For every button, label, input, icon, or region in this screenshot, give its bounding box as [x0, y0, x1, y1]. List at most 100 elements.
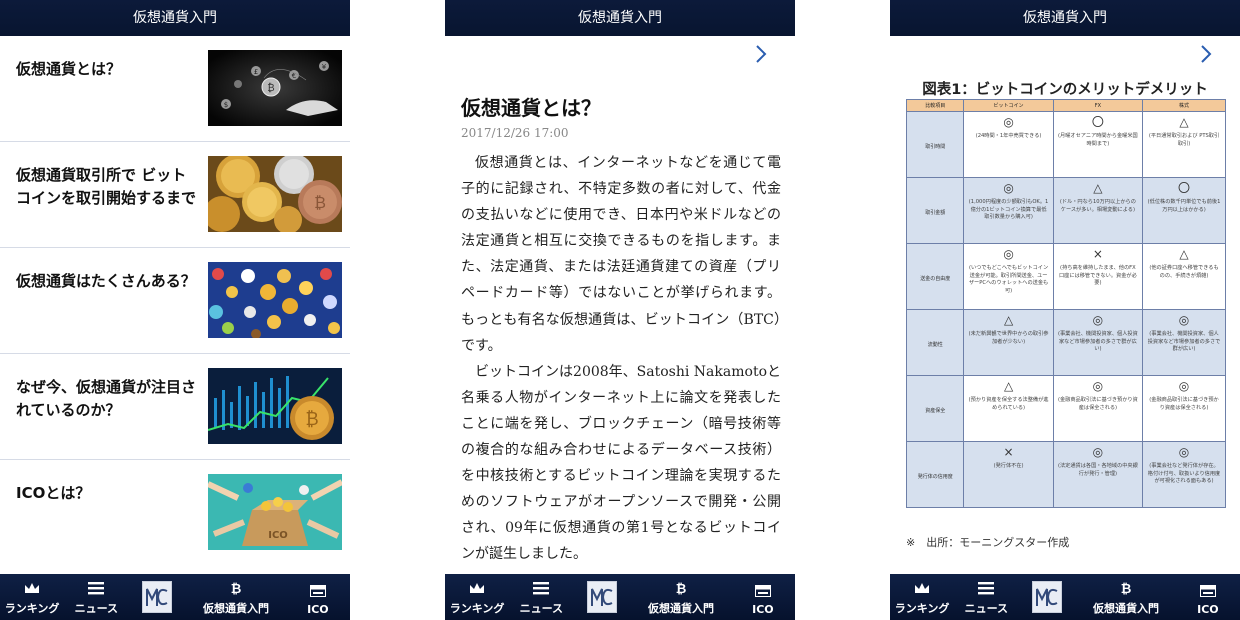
tab-news[interactable]: ニュース	[509, 574, 573, 620]
comparison-table: 比較項目 ビットコイン FX 株式 取引時間 ◎ (24時間・1年中売買できる) …	[905, 99, 1226, 508]
table-row: 取引時間 ◎ (24時間・1年中売買できる) 〇 (月曜オセアニア時間から金曜米国時…	[905, 111, 1226, 178]
article-title: 仮想通貨とは？	[461, 96, 601, 120]
tab-label: 仮想通貨入門	[203, 602, 269, 615]
list-item[interactable]: 仮想通貨とは？ ₿ £ € ¥ $	[0, 36, 350, 142]
screen-article: 仮想通貨入門 仮想通貨とは？ 2017/12/26 17:00 仮想通貨とは、イ…	[445, 0, 795, 620]
list-item[interactable]: 仮想通貨取引所で ビットコインを取引開始するまで ₿	[0, 142, 350, 248]
rating-mark: 〇	[1091, 115, 1104, 129]
rating-mark: ×	[1092, 247, 1103, 261]
cell-note: (持ち高を維持したまま、他のFX口座には移管できない。資金が必要)	[1058, 265, 1137, 286]
cell-note: (他の証券口座へ移管できるものの、手続きが煩雑)	[1149, 265, 1219, 279]
rating-mark: ◎	[1003, 247, 1014, 261]
rating-mark: 〇	[1178, 181, 1191, 195]
rating-mark: ◎	[1178, 379, 1190, 393]
table-row: 資産保全 △ (預かり資産を保全する法整備が進められている) ◎ (金融商品取引法に…	[905, 375, 1226, 442]
tab-label: ICO	[307, 603, 329, 616]
tab-home-logo[interactable]	[128, 574, 186, 620]
list-item-title: ICOとは？	[16, 484, 91, 502]
tab-label: 仮想通貨入門	[1093, 602, 1159, 615]
rating-mark: ◎	[1003, 181, 1014, 195]
svg-text:₿: ₿	[1121, 582, 1132, 595]
svg-text:ICO: ICO	[268, 530, 288, 541]
row-label: 発行体の信用度	[905, 441, 965, 508]
crown-icon	[469, 578, 485, 598]
table-header-row: 比較項目 ビットコイン FX 株式	[905, 99, 1226, 112]
tab-ico[interactable]: ICO	[731, 574, 795, 620]
ico-icon	[754, 581, 771, 601]
cell-note: (金融商品取引法に基づき預かり資産は保全される)	[1149, 397, 1219, 411]
rating-mark: △	[1179, 115, 1189, 129]
table-row: 取引金額 ◎ (1,000円程度の少額取引もOK。1億分の1ビットコイン換算で最低…	[905, 177, 1226, 244]
tab-label: ニュース	[74, 602, 119, 615]
article-date: 2017/12/26 17:00	[461, 126, 569, 140]
tab-label: ICO	[1197, 603, 1219, 616]
tab-ranking[interactable]: ランキング	[445, 574, 509, 620]
table-cell: ◎ (金融商品取引法に基づき預かり資産は保全される)	[1052, 375, 1144, 442]
article-paragraph: 仮想通貨とは、インターネットなどを通じて電子的に記録され、不特定多数の者に対して…	[461, 155, 781, 354]
rating-mark: ◎	[1178, 313, 1190, 327]
table-cell: △ (他の証券口座へ移管できるものの、手続きが煩雑)	[1142, 243, 1226, 310]
row-label: 流動性	[905, 309, 965, 376]
ico-icon	[309, 581, 326, 601]
next-arrow-icon[interactable]	[751, 42, 771, 66]
tab-crypto-intro[interactable]: ₿ 仮想通貨入門	[186, 574, 286, 620]
svg-text:₿: ₿	[267, 82, 274, 94]
news-list-icon	[978, 578, 995, 598]
tab-label: ニュース	[519, 602, 564, 615]
source-note: ※ 出所：モーニングスター作成	[906, 536, 1070, 549]
column-header: 株式	[1142, 99, 1226, 112]
cell-note: (事業会社など発行体が存在。格付け付与、取扱いより信用度が可視化される面もある)	[1147, 463, 1221, 484]
header-bar: 仮想通貨入門	[0, 0, 350, 36]
list-item[interactable]: 仮想通貨はたくさんある？	[0, 248, 350, 354]
column-header: ビットコイン	[963, 99, 1054, 112]
cell-note: (ドル・円なら10万円以上からのケースが多い。相場変動による)	[1059, 199, 1136, 213]
tab-label: 仮想通貨入門	[648, 602, 714, 615]
table-row: 送金の自由度 ◎ (いつでもどこへでもビットコイン送金が可能。取引所間送金、ユーザ…	[905, 243, 1226, 310]
table-cell: ◎ (事業会社、機関投資家、個人投資家など市場参加者の多さで群が広い)	[1142, 309, 1226, 376]
screen-article-list: 仮想通貨入門 仮想通貨とは？ ₿ £ € ¥ $ 仮想通貨取引所で ビットコイン…	[0, 0, 350, 620]
bottom-tab-bar: ランキング ニュース ₿ 仮想通貨入門 ICO	[0, 574, 350, 620]
svg-text:₿: ₿	[231, 582, 242, 595]
coins-hand-image: ₿ £ € ¥ $	[208, 50, 342, 126]
rating-mark: △	[1093, 181, 1103, 195]
tab-crypto-intro[interactable]: ₿ 仮想通貨入門	[1076, 574, 1176, 620]
tab-label: ランキング	[4, 602, 60, 615]
tab-news[interactable]: ニュース	[64, 574, 128, 620]
news-list-icon	[533, 578, 550, 598]
tab-news[interactable]: ニュース	[954, 574, 1018, 620]
table-cell: ◎ (事業会社、機関投資家、個人投資家など市場参加者の多さで群が広い)	[1052, 309, 1144, 376]
column-header: FX	[1052, 99, 1144, 112]
cell-note: (月曜オセアニア時間から金曜米国時間まで)	[1058, 133, 1138, 147]
bitcoin-icon: ₿	[1120, 578, 1132, 598]
svg-text:£: £	[254, 68, 258, 76]
rating-mark: △	[1003, 379, 1014, 393]
list-item[interactable]: なぜ今、仮想通貨が注目されているのか？ ₿	[0, 354, 350, 460]
tab-crypto-intro[interactable]: ₿ 仮想通貨入門	[631, 574, 731, 620]
table-cell: △ (預かり資産を保全する法整備が進められている)	[963, 375, 1054, 442]
cell-note: (法定通貨は各国・各地域の中央銀行が発行・管理)	[1057, 463, 1138, 477]
rating-mark: ◎	[1092, 445, 1104, 459]
svg-text:₿: ₿	[305, 409, 318, 430]
tab-ico[interactable]: ICO	[1176, 574, 1240, 620]
tab-ico[interactable]: ICO	[286, 574, 350, 620]
cell-note: (発行体不在)	[993, 463, 1024, 469]
tab-home-logo[interactable]	[573, 574, 631, 620]
table-cell: 〇 (月曜オセアニア時間から金曜米国時間まで)	[1052, 111, 1144, 178]
tab-label: ニュース	[964, 602, 1009, 615]
tab-home-logo[interactable]	[1018, 574, 1076, 620]
rating-mark: ×	[1003, 445, 1014, 459]
news-list-icon	[88, 578, 105, 598]
list-item[interactable]: ICOとは？ ICO	[0, 460, 350, 566]
tab-ranking[interactable]: ランキング	[0, 574, 64, 620]
tab-label: ランキング	[449, 602, 505, 615]
column-header: 比較項目	[905, 99, 965, 112]
table-cell: × (発行体不在)	[963, 441, 1054, 508]
next-arrow-icon[interactable]	[1196, 42, 1216, 66]
figure-title: 図表1：ビットコインのメリットデメリット	[922, 82, 1208, 98]
article-body: 仮想通貨とは、インターネットなどを通じて電子的に記録され、不特定多数の者に対して…	[461, 150, 781, 568]
mc-logo-icon	[587, 581, 618, 613]
table-row: 流動性 △ (未だ新興観で世界中からの取引参加者が少ない) ◎ (事業会社、機関投資…	[905, 309, 1226, 376]
rating-mark: ◎	[1092, 313, 1104, 327]
tab-ranking[interactable]: ランキング	[890, 574, 954, 620]
row-label: 資産保全	[905, 375, 965, 442]
